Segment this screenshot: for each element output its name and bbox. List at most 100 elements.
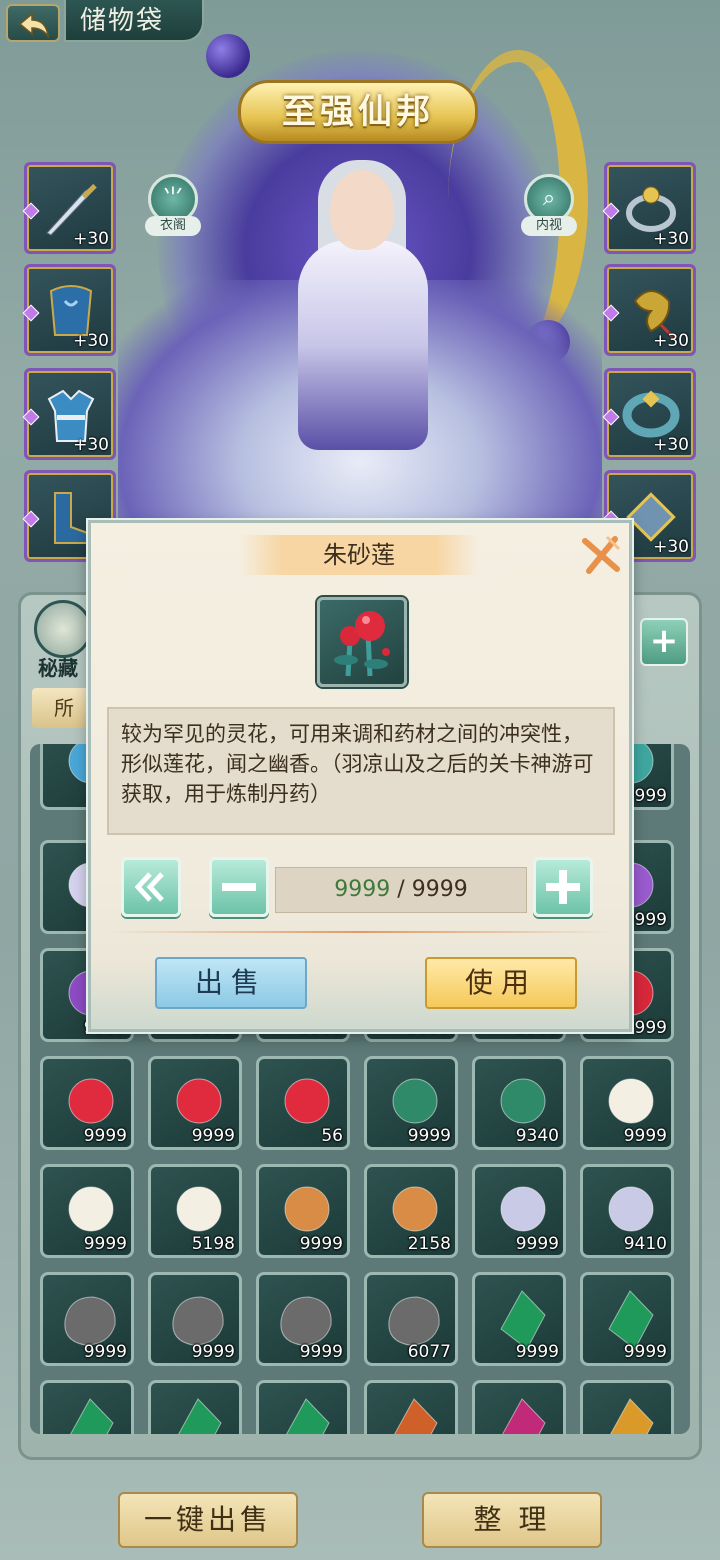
- item-quantity: 9999: [191, 1342, 235, 1362]
- enhance-level: +30: [653, 435, 689, 455]
- item-description: 较为罕见的灵花，可用来调和药材之间的冲突性，形似莲花，闻之幽香。（羽凉山及之后的…: [107, 707, 615, 835]
- silver-lotus-shape: [608, 1186, 654, 1232]
- enhance-level: +30: [653, 331, 689, 351]
- category-label: 秘藏: [38, 656, 78, 680]
- inventory-slot[interactable]: 9340: [472, 1056, 566, 1150]
- minus-icon: [222, 883, 256, 891]
- item-quantity: 9999: [515, 1342, 559, 1362]
- inventory-slot[interactable]: [148, 1380, 242, 1434]
- inventory-slot[interactable]: 9999: [148, 1272, 242, 1366]
- inventory-slot[interactable]: [364, 1380, 458, 1434]
- star-gem-icon: [22, 510, 40, 528]
- amber-crystal-icon: [610, 1398, 654, 1434]
- amber-crystal-shape: [610, 1398, 654, 1434]
- purple-orb: [206, 34, 250, 78]
- green-crystal-shape: [500, 1290, 546, 1350]
- inventory-slot[interactable]: 5198: [148, 1164, 242, 1258]
- item-quantity: 9999: [299, 1234, 343, 1254]
- quantity-separator: /: [390, 877, 412, 902]
- ore-shape: [172, 1296, 224, 1346]
- inventory-slot[interactable]: 9999: [40, 1056, 134, 1150]
- sell-button[interactable]: 出售: [155, 957, 307, 1009]
- sell-all-button[interactable]: 一键出售: [118, 1492, 298, 1548]
- star-gem-icon: [22, 202, 40, 220]
- back-arrow-icon: [18, 12, 50, 38]
- equip-slot-weapon[interactable]: +30: [22, 162, 116, 254]
- star-gem-icon: [602, 304, 620, 322]
- character-stage: 至强仙邦 ⺌ 衣阁 ⌕ 内视: [118, 20, 602, 540]
- plus-icon: [546, 870, 580, 904]
- inventory-slot[interactable]: 9999: [580, 1272, 674, 1366]
- item-quantity: 9999: [515, 1234, 559, 1254]
- magenta-crystal-shape: [502, 1398, 546, 1434]
- quantity-max: 9999: [411, 877, 468, 902]
- green-crystal-shape: [608, 1290, 654, 1350]
- filter-tab-all[interactable]: 所: [32, 688, 96, 728]
- green-crystal-icon: [178, 1398, 222, 1434]
- ginseng-shape: [392, 1186, 438, 1232]
- wardrobe-label: 衣阁: [145, 216, 201, 236]
- plus-icon: +: [649, 621, 679, 661]
- increase-button[interactable]: [533, 857, 593, 917]
- white-blossom-shape: [176, 1186, 222, 1232]
- inventory-slot[interactable]: 9999: [580, 1056, 674, 1150]
- inventory-slot[interactable]: [256, 1380, 350, 1434]
- equip-slot-armor[interactable]: +30: [22, 264, 116, 356]
- item-detail-dialog: 朱砂莲 较为罕见的灵花，可用来调和药材之间的冲突性，形似莲花，闻之幽香。（羽凉山…: [88, 520, 632, 1032]
- equip-slot-ring[interactable]: +30: [602, 162, 696, 254]
- inventory-slot[interactable]: 9999: [472, 1272, 566, 1366]
- star-gem-icon: [22, 304, 40, 322]
- inventory-slot[interactable]: 6077: [364, 1272, 458, 1366]
- inventory-slot[interactable]: 2158: [364, 1164, 458, 1258]
- item-quantity: 9999: [407, 1126, 451, 1146]
- back-button[interactable]: [6, 4, 60, 42]
- item-quantity: 2158: [407, 1234, 451, 1254]
- close-button[interactable]: [577, 531, 625, 579]
- inventory-slot[interactable]: 9999: [40, 1272, 134, 1366]
- category-emblem-icon[interactable]: [34, 600, 92, 658]
- min-quantity-button[interactable]: [121, 857, 181, 917]
- green-crystal-icon: [286, 1398, 330, 1434]
- item-quantity: 9999: [623, 1342, 667, 1362]
- title-banner: 至强仙邦: [238, 80, 478, 144]
- cinnabar-lotus-shape: [68, 1078, 114, 1124]
- inventory-slot[interactable]: 9999: [148, 1056, 242, 1150]
- inventory-slot[interactable]: 9999: [40, 1164, 134, 1258]
- ore-shape: [388, 1296, 440, 1346]
- enhance-level: +30: [73, 435, 109, 455]
- item-quantity: 9999: [83, 1342, 127, 1362]
- quantity-field[interactable]: 9999 / 9999: [275, 867, 527, 913]
- silver-lotus-shape: [500, 1186, 546, 1232]
- inventory-slot[interactable]: 9999: [364, 1056, 458, 1150]
- inventory-slot[interactable]: 9999: [256, 1164, 350, 1258]
- green-crystal-icon: [70, 1398, 114, 1434]
- cinnabar-lotus-shape: [284, 1078, 330, 1124]
- item-quantity: 5198: [191, 1234, 235, 1254]
- expand-bag-button[interactable]: +: [640, 618, 688, 666]
- decrease-button[interactable]: [209, 857, 269, 917]
- white-blossom-shape: [68, 1186, 114, 1232]
- star-gem-icon: [602, 408, 620, 426]
- inventory-slot[interactable]: [580, 1380, 674, 1434]
- inventory-slot[interactable]: 9999: [472, 1164, 566, 1258]
- equip-slot-bracelet[interactable]: +30: [602, 368, 696, 460]
- white-blossom-shape: [608, 1078, 654, 1124]
- equip-slot-pendant[interactable]: +30: [602, 264, 696, 356]
- enhance-level: +30: [73, 331, 109, 351]
- inventory-slot[interactable]: 56: [256, 1056, 350, 1150]
- ore-shape: [280, 1296, 332, 1346]
- herb-sprig-shape: [500, 1078, 546, 1124]
- ore-shape: [64, 1296, 116, 1346]
- inventory-slot[interactable]: [472, 1380, 566, 1434]
- inventory-slot[interactable]: [40, 1380, 134, 1434]
- equip-slot-robe[interactable]: +30: [22, 368, 116, 460]
- inventory-slot[interactable]: 9999: [256, 1272, 350, 1366]
- dialog-title: 朱砂莲: [239, 535, 479, 575]
- inventory-slot[interactable]: 9410: [580, 1164, 674, 1258]
- sort-button[interactable]: 整 理: [422, 1492, 602, 1548]
- item-quantity: 9410: [623, 1234, 667, 1254]
- item-quantity: 9999: [623, 1126, 667, 1146]
- use-button[interactable]: 使用: [425, 957, 577, 1009]
- character-head: [330, 170, 394, 250]
- double-chevron-left-icon: [134, 872, 164, 902]
